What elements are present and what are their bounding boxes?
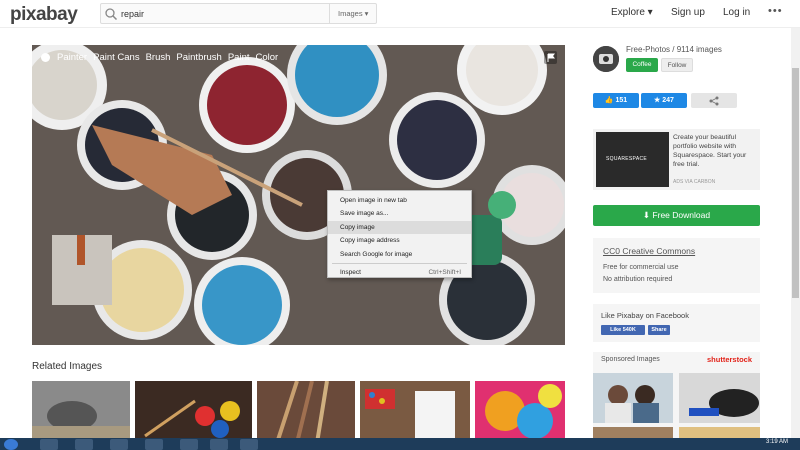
context-menu: Open image in new tab Save image as... C… xyxy=(327,190,472,278)
scrollbar-thumb[interactable] xyxy=(792,68,799,298)
taskbar-app-icon[interactable] xyxy=(180,439,198,450)
related-thumb[interactable] xyxy=(32,381,130,443)
start-button-icon[interactable] xyxy=(4,439,18,450)
signup-link[interactable]: Sign up xyxy=(671,7,705,18)
coffee-button[interactable]: Coffee xyxy=(626,58,658,72)
download-icon: ⬇ xyxy=(642,210,651,220)
favorite-button[interactable]: ★ 247 xyxy=(641,93,687,108)
sponsored-images: Sponsored Images shutterstock xyxy=(593,352,760,440)
share-button[interactable] xyxy=(691,93,737,108)
ad-text: Create your beautiful portfolio website … xyxy=(673,134,747,168)
follow-button[interactable]: Follow xyxy=(661,58,693,72)
menu-inspect[interactable]: Inspect Ctrl+Shift+I xyxy=(328,266,471,279)
facebook-title: Like Pixabay on Facebook xyxy=(601,311,689,320)
more-menu-icon[interactable]: ••• xyxy=(768,5,783,17)
share-icon xyxy=(709,96,719,106)
related-thumb[interactable] xyxy=(360,381,470,443)
favorite-count: 247 xyxy=(662,97,674,104)
search-box[interactable]: Images ▾ xyxy=(100,3,377,24)
tag-item[interactable]: Painter xyxy=(57,52,87,63)
menu-separator xyxy=(332,262,467,264)
top-bar: pixabay Images ▾ Explore ▾ Sign up Log i… xyxy=(0,0,800,28)
star-icon: ★ xyxy=(654,97,661,104)
page-scrollbar[interactable] xyxy=(791,28,800,438)
flag-icon[interactable] xyxy=(544,51,557,64)
tag-item[interactable]: Brush xyxy=(146,52,171,63)
main-photo[interactable]: Painter Paint Cans Brush Paintbrush Pain… xyxy=(32,45,565,345)
sponsored-thumb[interactable] xyxy=(679,373,760,423)
license-link[interactable]: CC0 Creative Commons xyxy=(603,246,695,256)
facebook-box: Like Pixabay on Facebook Like 540K Share xyxy=(593,304,760,342)
download-label: Free Download xyxy=(652,210,711,220)
author-stats[interactable]: Free-Photos / 9114 images xyxy=(626,45,722,54)
license-line: No attribution required xyxy=(603,276,673,283)
thumb-image xyxy=(593,373,673,423)
login-link[interactable]: Log in xyxy=(723,7,750,18)
related-thumb[interactable] xyxy=(135,381,252,443)
thumbs-up-icon: 👍 xyxy=(604,97,614,104)
taskbar-clock[interactable]: 3:19 AM xyxy=(766,439,788,445)
related-thumb[interactable] xyxy=(257,381,355,443)
license-box: CC0 Creative Commons Free for commercial… xyxy=(593,238,760,293)
taskbar-app-icon[interactable] xyxy=(240,439,258,450)
menu-search-google[interactable]: Search Google for image xyxy=(328,248,471,261)
menu-save-image[interactable]: Save image as... xyxy=(328,207,471,220)
taskbar-media-icon[interactable] xyxy=(75,439,93,450)
search-type-select[interactable]: Images ▾ xyxy=(329,4,377,23)
related-thumb[interactable] xyxy=(475,381,565,443)
thumb-image xyxy=(32,381,130,443)
taskbar-app-icon[interactable] xyxy=(145,439,163,450)
menu-inspect-shortcut: Ctrl+Shift+I xyxy=(428,268,461,276)
ad-brand: SQUARESPACE xyxy=(606,156,647,162)
tag-list: Painter Paint Cans Brush Paintbrush Pain… xyxy=(40,52,278,63)
license-line: Free for commercial use xyxy=(603,264,679,271)
sponsored-title: Sponsored Images xyxy=(601,356,660,363)
paint-cans-image xyxy=(32,45,565,345)
facebook-share-button[interactable]: Share xyxy=(648,325,670,335)
menu-inspect-label: Inspect xyxy=(340,268,361,276)
taskbar-app-icon[interactable] xyxy=(210,439,228,450)
tag-item[interactable]: Paint Cans xyxy=(93,52,139,63)
explore-menu[interactable]: Explore ▾ xyxy=(611,7,653,18)
ad-via[interactable]: ADS VIA CARBON xyxy=(673,179,715,185)
pixabay-logo[interactable]: pixabay xyxy=(10,4,78,26)
thumb-image xyxy=(679,373,760,423)
taskbar-chrome-icon[interactable] xyxy=(110,439,128,450)
tag-item[interactable]: Paintbrush xyxy=(176,52,221,63)
facebook-like-button[interactable]: Like 540K xyxy=(601,325,645,335)
tag-item[interactable]: Paint xyxy=(228,52,250,63)
related-images-heading: Related Images xyxy=(32,361,103,372)
thumb-image xyxy=(257,381,355,443)
tag-icon xyxy=(41,53,50,62)
sponsored-ad[interactable]: SQUARESPACE Create your beautiful portfo… xyxy=(593,129,760,190)
menu-open-new-tab[interactable]: Open image in new tab xyxy=(328,194,471,207)
shutterstock-logo[interactable]: shutterstock xyxy=(707,355,752,364)
author-avatar[interactable] xyxy=(593,46,619,72)
thumb-image xyxy=(135,381,252,443)
tag-item[interactable]: Color xyxy=(256,52,279,63)
taskbar-explorer-icon[interactable] xyxy=(40,439,58,450)
ad-image: SQUARESPACE xyxy=(596,132,669,187)
search-input[interactable] xyxy=(121,6,326,21)
like-button[interactable]: 👍 151 xyxy=(593,93,639,108)
menu-copy-image-address[interactable]: Copy image address xyxy=(328,234,471,247)
menu-copy-image[interactable]: Copy image xyxy=(328,220,471,235)
os-taskbar: 3:19 AM xyxy=(0,438,800,450)
search-icon xyxy=(105,8,118,21)
like-count: 151 xyxy=(615,97,628,104)
free-download-button[interactable]: ⬇ Free Download xyxy=(593,205,760,226)
thumb-image xyxy=(360,381,470,443)
thumb-image xyxy=(475,381,565,443)
sponsored-thumb[interactable] xyxy=(593,373,673,423)
